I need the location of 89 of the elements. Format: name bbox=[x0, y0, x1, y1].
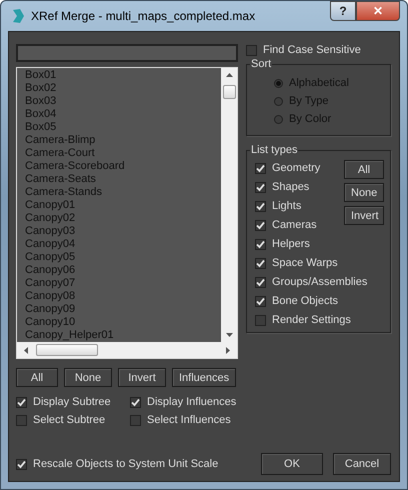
checkbox[interactable] bbox=[255, 276, 266, 288]
scroll-right-icon[interactable] bbox=[224, 346, 231, 354]
radio-button[interactable] bbox=[274, 78, 283, 88]
list-item[interactable]: Camera-Stands bbox=[25, 186, 221, 199]
checkbox[interactable] bbox=[16, 396, 27, 408]
checkbox-label: Space Warps bbox=[272, 257, 338, 269]
checkbox[interactable] bbox=[255, 220, 266, 230]
list-item[interactable]: Camera-Seats bbox=[25, 173, 221, 186]
checkbox-label: Helpers bbox=[272, 238, 310, 250]
checkmark-icon bbox=[256, 258, 265, 268]
checkmark-icon bbox=[256, 202, 265, 210]
checkbox-label: Shapes bbox=[272, 181, 310, 193]
checkbox[interactable] bbox=[130, 396, 141, 408]
radio-button[interactable] bbox=[274, 96, 283, 106]
list-item[interactable]: Box03 bbox=[25, 95, 221, 108]
close-button[interactable]: ✕ bbox=[356, 1, 400, 21]
list-item[interactable]: Box05 bbox=[25, 121, 221, 134]
scroll-down-icon[interactable] bbox=[226, 331, 232, 338]
list-item[interactable]: Canopy01 bbox=[25, 199, 221, 212]
window-title: XRef Merge - multi_maps_completed.max bbox=[31, 9, 256, 23]
list-item[interactable]: Canopy06 bbox=[25, 264, 221, 277]
group-title: List types bbox=[250, 144, 298, 156]
scroll-left-icon[interactable] bbox=[23, 346, 30, 354]
horizontal-scrollbar[interactable] bbox=[17, 342, 237, 358]
checkmark-icon bbox=[256, 182, 265, 192]
checkbox-label: Bone Objects bbox=[272, 295, 338, 307]
list-item[interactable]: Canopy08 bbox=[25, 290, 221, 303]
cancel-button[interactable]: Cancel bbox=[333, 453, 391, 475]
checkmark-icon bbox=[256, 220, 265, 230]
checkmark-icon bbox=[17, 460, 26, 468]
checkmark-icon bbox=[256, 164, 265, 172]
help-button[interactable]: ? bbox=[330, 1, 356, 21]
list-item[interactable]: Canopy04 bbox=[25, 238, 221, 251]
list-item[interactable]: Camera-Blimp bbox=[25, 134, 221, 147]
list-item[interactable]: Canopy03 bbox=[25, 225, 221, 238]
scroll-up-icon[interactable] bbox=[226, 72, 232, 79]
radio-button[interactable] bbox=[274, 114, 283, 124]
list-button[interactable]: Invert bbox=[118, 368, 166, 387]
list-item[interactable]: Camera-Court bbox=[25, 147, 221, 160]
checkbox-label: Lights bbox=[272, 200, 302, 212]
checkbox-label: Find Case Sensitive bbox=[263, 44, 361, 56]
type-button[interactable]: None bbox=[344, 183, 384, 202]
checkbox-label: Display Influences bbox=[147, 396, 236, 408]
checkbox[interactable] bbox=[255, 258, 266, 268]
list-item[interactable]: Camera-Scoreboard bbox=[25, 160, 221, 173]
list-item[interactable]: Canopy02 bbox=[25, 212, 221, 225]
vertical-scrollbar[interactable] bbox=[221, 68, 237, 342]
list-button[interactable]: None bbox=[64, 368, 112, 387]
list-button[interactable]: Influences bbox=[172, 368, 236, 387]
type-button[interactable]: Invert bbox=[344, 206, 384, 225]
list-item[interactable]: Canopy10 bbox=[25, 316, 221, 329]
checkmark-icon bbox=[131, 398, 140, 406]
checkbox[interactable] bbox=[16, 414, 27, 426]
ok-button[interactable]: OK bbox=[261, 453, 323, 475]
checkbox-label: Select Subtree bbox=[33, 414, 106, 426]
checkbox-label: Select Influences bbox=[147, 414, 231, 426]
checkbox[interactable] bbox=[255, 238, 266, 250]
checkbox[interactable] bbox=[255, 182, 266, 192]
checkmark-icon bbox=[256, 296, 265, 306]
list-item[interactable]: Canopy09 bbox=[25, 303, 221, 316]
checkbox-label: Rescale Objects to System Unit Scale bbox=[33, 458, 218, 470]
list-item[interactable]: Box01 bbox=[25, 69, 221, 82]
checkbox[interactable] bbox=[255, 200, 266, 212]
list-item[interactable]: Box02 bbox=[25, 82, 221, 95]
list-item[interactable]: Canopy05 bbox=[25, 251, 221, 264]
type-button[interactable]: All bbox=[344, 160, 384, 179]
group-title: Sort bbox=[250, 58, 272, 70]
checkmark-icon bbox=[17, 398, 26, 406]
checkbox[interactable] bbox=[255, 314, 266, 326]
checkbox-label: Groups/Assemblies bbox=[272, 276, 368, 288]
checkbox[interactable] bbox=[255, 296, 266, 306]
checkbox-label: Render Settings bbox=[272, 314, 351, 326]
scroll-thumb[interactable] bbox=[222, 85, 236, 99]
list-item[interactable]: Canopy07 bbox=[25, 277, 221, 290]
checkbox[interactable] bbox=[255, 162, 266, 174]
checkbox[interactable] bbox=[246, 44, 257, 56]
list-item[interactable]: Canopy_Helper01 bbox=[25, 329, 221, 342]
checkmark-icon bbox=[256, 278, 265, 286]
list-item[interactable]: Box04 bbox=[25, 108, 221, 121]
checkbox-label: Geometry bbox=[272, 162, 320, 174]
checkbox-label: Cameras bbox=[272, 219, 317, 231]
checkbox[interactable] bbox=[130, 414, 141, 426]
list-button[interactable]: All bbox=[16, 368, 58, 387]
checkmark-icon bbox=[256, 240, 265, 248]
search-field[interactable] bbox=[16, 44, 238, 62]
checkbox[interactable] bbox=[16, 458, 27, 470]
checkbox-label: Display Subtree bbox=[33, 396, 111, 408]
scroll-thumb[interactable] bbox=[36, 344, 98, 356]
app-logo-icon bbox=[11, 8, 25, 24]
